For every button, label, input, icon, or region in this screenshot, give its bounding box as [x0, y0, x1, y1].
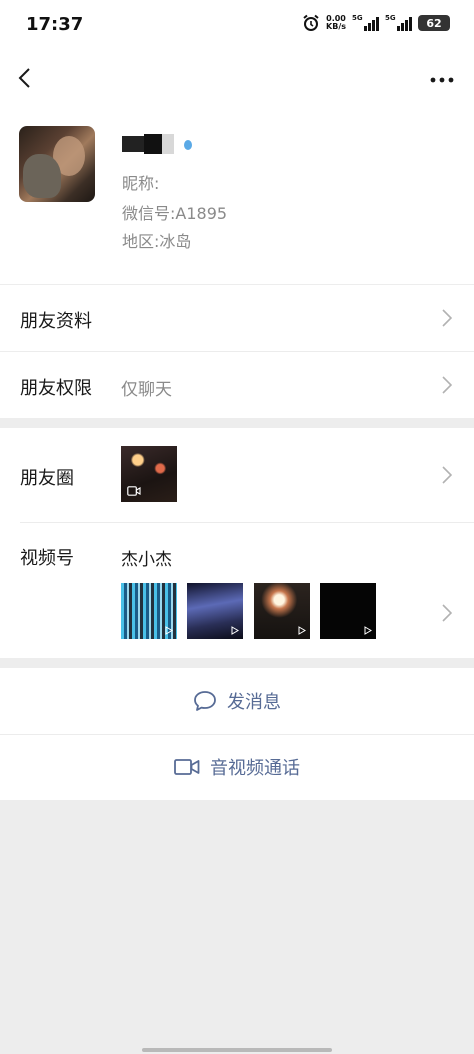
status-indicators: 0.00 KB/s 5G 5G 62 [302, 14, 450, 32]
net-speed: 0.00 KB/s [326, 15, 346, 31]
channel-video-thumbnail[interactable] [121, 583, 177, 639]
status-time: 17:37 [26, 14, 84, 35]
moments-row[interactable]: 朋友圈 [0, 428, 474, 522]
signal-icon: 5G [352, 14, 379, 31]
social-section: 朋友圈 视频号 杰小杰 [0, 428, 474, 658]
friend-info-row[interactable]: 朋友资料 [0, 285, 474, 351]
chat-bubble-icon [194, 691, 216, 711]
display-name-obscured [122, 128, 202, 158]
signal-label: 5G [352, 14, 363, 22]
moments-label: 朋友圈 [20, 468, 74, 489]
channel-video-thumbnail[interactable] [254, 583, 310, 639]
wechat-id-label: 微信号: [122, 204, 176, 223]
channels-label: 视频号 [20, 548, 74, 569]
region-value: 冰岛 [159, 232, 192, 251]
more-options-icon[interactable] [430, 76, 454, 84]
send-message-label: 发消息 [227, 692, 281, 713]
region-label: 地区: [122, 232, 160, 251]
channel-video-thumbnail[interactable] [320, 583, 376, 639]
nickname-label: 昵称: [122, 174, 160, 193]
send-message-button[interactable]: 发消息 [0, 668, 474, 734]
play-icon [298, 626, 306, 635]
friend-info-label: 朋友资料 [20, 311, 92, 332]
chevron-right-icon [442, 466, 452, 484]
battery-icon: 62 [418, 15, 450, 31]
moments-thumbnail [121, 446, 177, 502]
chevron-right-icon [442, 604, 452, 622]
alarm-icon [303, 14, 319, 31]
avatar[interactable] [19, 126, 95, 202]
video-camera-icon [127, 486, 141, 496]
av-call-label: 音视频通话 [210, 758, 300, 779]
play-icon [364, 626, 372, 635]
home-indicator[interactable] [142, 1048, 332, 1052]
play-icon [165, 626, 173, 635]
profile-header: 昵称: 微信号:A1895 地区:冰岛 [0, 106, 474, 284]
actions-section: 发消息 音视频通话 [0, 668, 474, 800]
friend-permission-row[interactable]: 朋友权限 仅聊天 [0, 352, 474, 418]
wechat-id-value: A1895 [175, 204, 228, 223]
net-speed-unit: KB/s [326, 22, 346, 31]
signal-icon: 5G [385, 14, 412, 31]
chevron-right-icon [442, 376, 452, 394]
status-bar: 17:37 0.00 KB/s 5G 5G 62 [0, 0, 474, 50]
channel-video-thumbnail[interactable] [187, 583, 243, 639]
back-arrow-icon[interactable] [14, 66, 38, 90]
wechat-id-line: 微信号:A1895 [122, 200, 227, 224]
friend-permission-label: 朋友权限 [20, 378, 92, 399]
signal-label: 5G [385, 14, 396, 22]
navigation-bar [0, 50, 474, 106]
nickname-line: 昵称: [122, 170, 159, 194]
channel-name: 杰小杰 [121, 550, 172, 570]
play-icon [231, 626, 239, 635]
chevron-right-icon [442, 309, 452, 327]
av-call-button[interactable]: 音视频通话 [0, 734, 474, 800]
video-call-icon [174, 759, 200, 775]
friend-permission-value: 仅聊天 [121, 380, 172, 400]
region-line: 地区:冰岛 [122, 228, 191, 252]
